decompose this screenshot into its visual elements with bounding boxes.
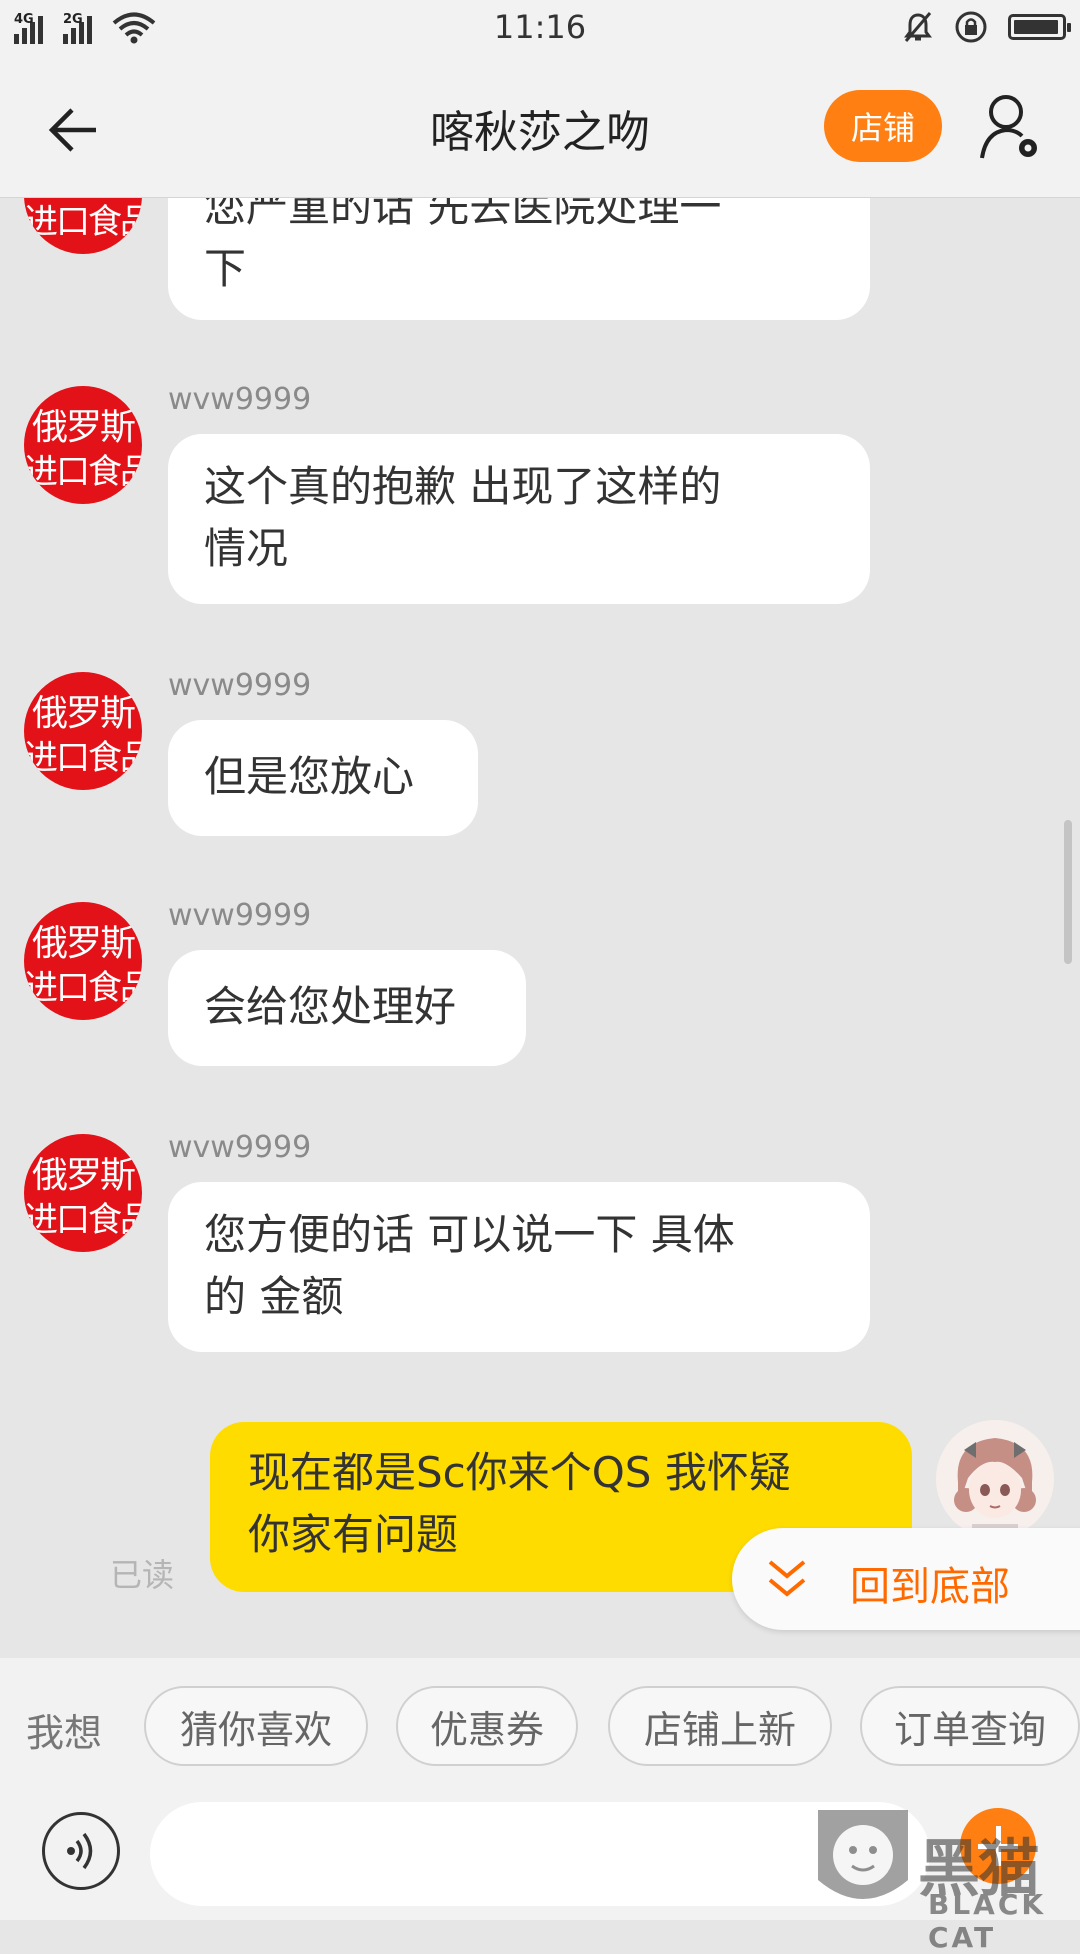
message-text: 您方便的话 可以说一下 具体 <box>204 1210 735 1259</box>
battery-icon <box>1008 14 1071 40</box>
message-bubble[interactable]: 这个真的抱歉 出现了这样的 情况 <box>168 434 870 604</box>
watermark-subtext: BLACK CAT <box>928 1888 1047 1954</box>
voice-button[interactable] <box>42 1812 120 1890</box>
voice-icon <box>67 1832 93 1870</box>
quick-actions-bar: 我想 猜你喜欢 优惠券 店铺上新 订单查询 <box>0 1658 1080 1796</box>
rotation-lock-icon <box>955 11 987 43</box>
watermark: 黑猫 BLACK CAT <box>808 1800 1080 1954</box>
black-cat-logo-icon <box>818 1810 908 1899</box>
quick-actions-label: 我想 <box>26 1711 103 1755</box>
anime-avatar-icon <box>936 1420 1054 1538</box>
sender-name: wvw9999 <box>168 898 312 933</box>
read-status: 已读 <box>110 1556 175 1594</box>
chat-area[interactable]: 俄罗斯 进口食品 您严重的话 先去医院处理一 下 俄罗斯 进口食品 wvw999… <box>0 198 1080 1658</box>
seller-avatar[interactable]: 俄罗斯 进口食品 <box>24 198 142 254</box>
scrollbar[interactable] <box>1064 820 1072 964</box>
message-bubble[interactable]: 但是您放心 <box>168 720 478 836</box>
my-avatar[interactable] <box>936 1420 1054 1538</box>
sender-name: wvw9999 <box>168 382 312 417</box>
message-text: 情况 <box>204 524 289 573</box>
message-text: 但是您放心 <box>204 752 415 801</box>
message-text: 会给您处理好 <box>204 982 457 1031</box>
seller-avatar[interactable]: 俄罗斯 进口食品 <box>24 672 142 790</box>
back-to-bottom-button[interactable]: 回到底部 <box>732 1528 1080 1630</box>
chip-new-arrivals[interactable]: 店铺上新 <box>608 1686 832 1766</box>
sender-name: wvw9999 <box>168 1130 312 1165</box>
message-text: 现在都是Sc你来个QS 我怀疑 <box>248 1448 791 1497</box>
message-text: 下 <box>204 244 247 293</box>
seller-avatar[interactable]: 俄罗斯 进口食品 <box>24 902 142 1020</box>
shop-button[interactable]: 店铺 <box>824 90 942 162</box>
message-bubble[interactable]: 会给您处理好 <box>168 950 526 1066</box>
back-to-bottom-label: 回到底部 <box>850 1564 1010 1610</box>
message-text: 您严重的话 先去医院处理一 <box>204 198 722 231</box>
chip-order-query[interactable]: 订单查询 <box>860 1686 1080 1766</box>
message-bubble[interactable]: 您方便的话 可以说一下 具体 的 金额 <box>168 1182 870 1352</box>
seller-avatar[interactable]: 俄罗斯 进口食品 <box>24 386 142 504</box>
sender-name: wvw9999 <box>168 668 312 703</box>
profile-settings-icon[interactable] <box>978 92 1042 164</box>
header: 喀秋莎之吻 店铺 <box>0 54 1080 198</box>
mute-icon <box>904 12 932 42</box>
chip-guess-you-like[interactable]: 猜你喜欢 <box>144 1686 368 1766</box>
status-bar: 4G 2G 11:16 <box>0 0 1080 54</box>
seller-avatar[interactable]: 俄罗斯 进口食品 <box>24 1134 142 1252</box>
message-text: 这个真的抱歉 出现了这样的 <box>204 462 722 511</box>
message-text: 的 金额 <box>204 1272 344 1321</box>
chip-coupons[interactable]: 优惠券 <box>396 1686 578 1766</box>
message-bubble[interactable]: 您严重的话 先去医院处理一 下 <box>168 198 870 320</box>
double-chevron-down-icon <box>768 1560 806 1597</box>
